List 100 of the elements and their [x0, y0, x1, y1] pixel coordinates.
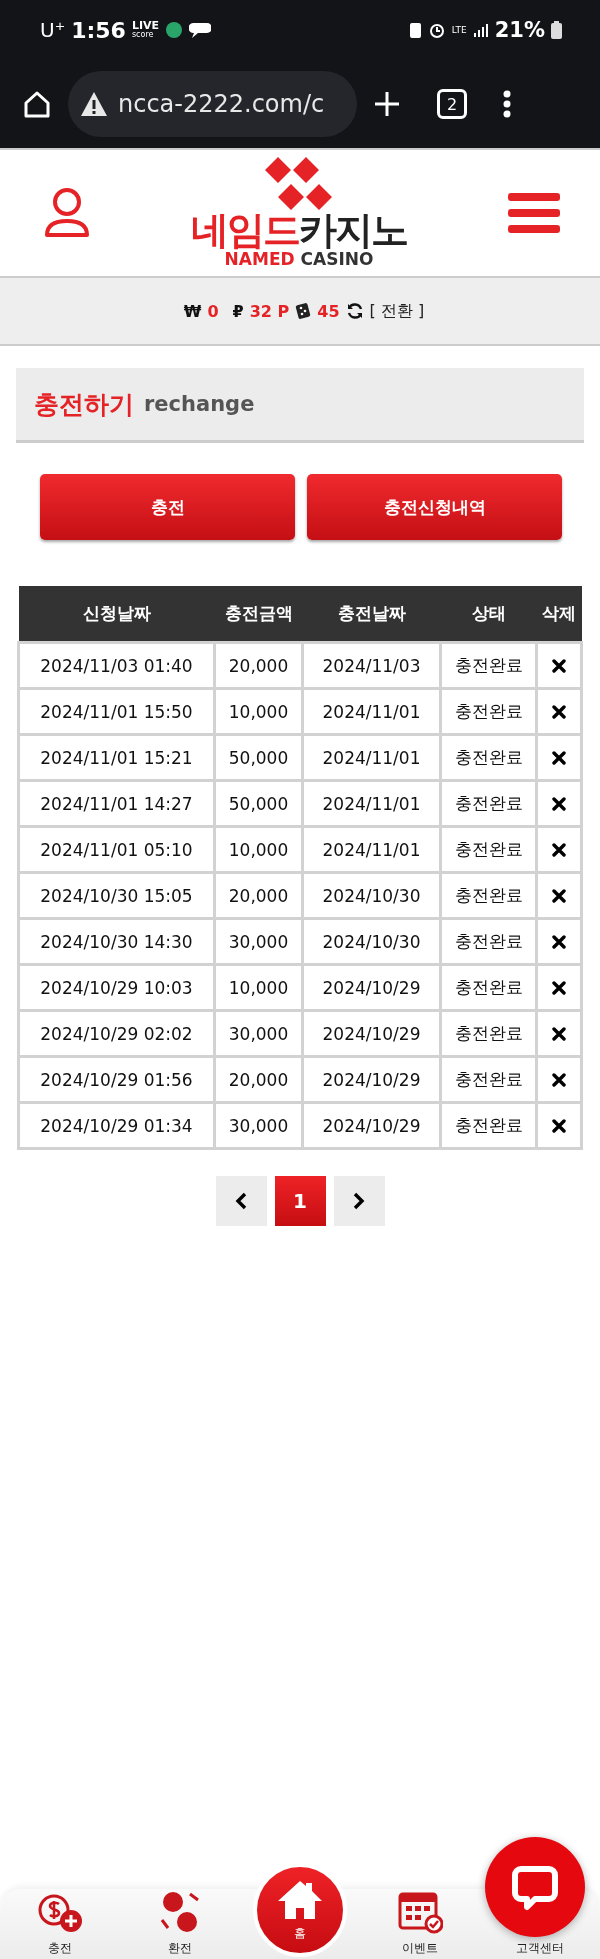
logo-english-text: NAMED CASINO [224, 249, 374, 269]
chat-button[interactable] [485, 1837, 585, 1937]
table-cell: 2024/10/29 [302, 1056, 441, 1103]
convert-link[interactable]: [ 전환 ] [369, 300, 425, 322]
app-icon [165, 21, 184, 39]
table-cell: 2024/10/29 [302, 964, 441, 1011]
table-cell: 2024/11/01 [302, 826, 441, 873]
table-cell: 2024/10/29 10:03 [18, 964, 215, 1011]
calendar-check-icon[interactable] [397, 1890, 443, 1934]
battery-saver-icon [408, 21, 422, 39]
home-icon[interactable] [22, 89, 52, 119]
table-cell: 충전완료 [440, 918, 537, 965]
table-cell: 10,000 [214, 688, 303, 735]
delete-icon[interactable] [552, 842, 566, 857]
table-cell: 2024/11/01 [302, 734, 441, 781]
alarm-icon [427, 21, 446, 39]
section-title: 충전하기 [34, 388, 134, 421]
column-header: 삭제 [536, 586, 582, 643]
table-cell: 충전완료 [440, 964, 537, 1011]
chat-bubble-icon [511, 1863, 559, 1911]
table-cell: 20,000 [214, 1056, 303, 1103]
signal-icon [472, 22, 489, 38]
table-cell: 충전완료 [440, 1056, 537, 1103]
live-score-icon: LIVE score [131, 21, 160, 39]
table-cell: 2024/10/30 [302, 872, 441, 919]
table-cell: 2024/10/29 01:34 [18, 1102, 215, 1149]
next-page-button[interactable] [333, 1176, 385, 1226]
table-cell: 2024/10/29 [302, 1102, 441, 1149]
logo-diamonds-icon [264, 157, 334, 211]
delete-icon[interactable] [552, 796, 566, 811]
table-cell: 2024/11/03 [302, 642, 441, 689]
nav-label[interactable]: 이벤트 [402, 1940, 438, 1957]
address-bar[interactable]: ncca-2222.com/c [68, 71, 357, 137]
delete-icon[interactable] [552, 934, 566, 949]
table-cell: 20,000 [214, 872, 303, 919]
action-button[interactable]: 충전 [40, 474, 295, 540]
logo-korean-text: 네임드카지노 [191, 211, 407, 249]
url-text: ncca-2222.com/c [118, 90, 325, 118]
delete-icon[interactable] [552, 980, 566, 995]
dollar-plus-icon[interactable] [36, 1894, 84, 1934]
table-cell: 2024/10/29 02:02 [18, 1010, 215, 1057]
balance-value: 0 [207, 301, 219, 321]
table-cell: 충전완료 [440, 1102, 537, 1149]
delete-icon[interactable] [552, 704, 566, 719]
table-cell: 30,000 [214, 918, 303, 965]
column-header: 충전날짜 [302, 586, 441, 643]
nav-label[interactable]: 충전 [48, 1940, 72, 1957]
table-cell: 충전완료 [440, 642, 537, 689]
won-symbol: ₩ [183, 301, 202, 321]
battery-percent: 21% [494, 18, 545, 42]
table-cell: 20,000 [214, 642, 303, 689]
table-cell: 충전완료 [440, 1010, 537, 1057]
dice-icon [295, 303, 312, 319]
table-cell: 2024/11/01 15:21 [18, 734, 215, 781]
table-cell: 30,000 [214, 1010, 303, 1057]
table-cell: 2024/11/01 14:27 [18, 780, 215, 827]
column-header: 상태 [440, 586, 537, 643]
column-header: 충전금액 [214, 586, 303, 643]
nav-label[interactable]: 환전 [168, 1940, 192, 1957]
user-icon[interactable] [44, 187, 90, 239]
table-cell: 충전완료 [440, 734, 537, 781]
delete-icon[interactable] [552, 658, 566, 673]
table-cell: 2024/11/01 [302, 780, 441, 827]
clock: 1:56 [71, 17, 126, 43]
table-cell: 2024/10/29 01:56 [18, 1056, 215, 1103]
delete-icon[interactable] [552, 750, 566, 765]
table-cell: 2024/11/01 [302, 688, 441, 735]
table-cell: 2024/11/01 15:50 [18, 688, 215, 735]
table-cell: 2024/10/30 [302, 918, 441, 965]
table-cell: 2024/10/30 14:30 [18, 918, 215, 965]
nav-label[interactable]: 고객센터 [516, 1940, 564, 1957]
delete-icon[interactable] [552, 888, 566, 903]
balance-value: 32 P [249, 301, 290, 321]
column-header: 신청날짜 [18, 586, 215, 643]
table-cell: 충전완료 [440, 872, 537, 919]
table-cell: 2024/11/03 01:40 [18, 642, 215, 689]
chevron-left-icon [234, 1192, 248, 1210]
table-cell: 충전완료 [440, 826, 537, 873]
menu-icon[interactable] [508, 191, 560, 235]
action-button[interactable]: 충전신청내역 [307, 474, 562, 540]
house-icon [276, 1878, 324, 1921]
delete-icon[interactable] [552, 1118, 566, 1133]
delete-icon[interactable] [552, 1072, 566, 1087]
page-button[interactable]: 1 [274, 1176, 326, 1226]
previous-page-button[interactable] [215, 1176, 267, 1226]
section-subtitle: rechange [144, 392, 255, 416]
table-cell: 충전완료 [440, 780, 537, 827]
refresh-icon[interactable] [345, 302, 364, 320]
delete-icon[interactable] [552, 1026, 566, 1041]
new-tab-icon[interactable] [373, 90, 401, 118]
carrier-label: U⁺ [40, 18, 66, 42]
balance-value: 45 [317, 301, 340, 321]
table-cell: 10,000 [214, 964, 303, 1011]
chevron-right-icon [352, 1192, 366, 1210]
table-cell: 2024/11/01 05:10 [18, 826, 215, 873]
more-menu-icon[interactable] [503, 90, 511, 118]
warning-icon [80, 91, 108, 117]
network-label: LTE [451, 25, 467, 35]
table-cell: 2024/10/29 [302, 1010, 441, 1057]
tab-count-button[interactable]: 2 [437, 89, 467, 119]
